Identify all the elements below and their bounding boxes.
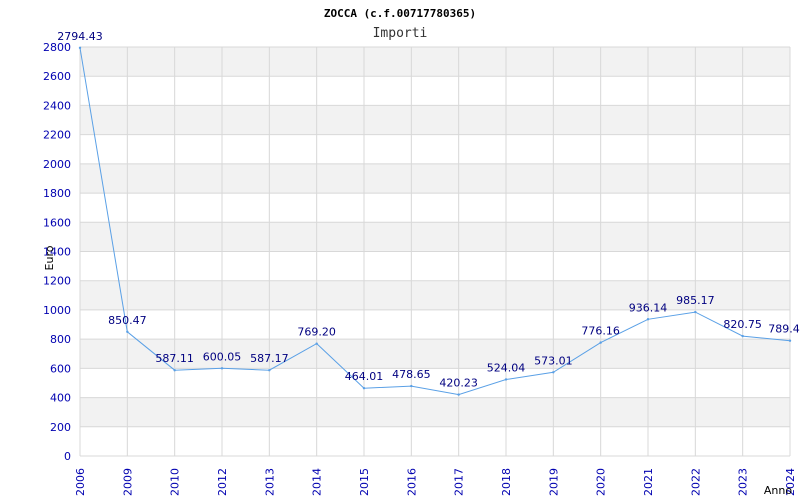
x-tick-label: 2010 bbox=[169, 468, 182, 496]
data-label: 850.47 bbox=[108, 314, 147, 327]
y-tick-label: 0 bbox=[64, 450, 71, 463]
chart-subtitle: Importi bbox=[373, 26, 428, 41]
data-label: 936.14 bbox=[629, 301, 668, 314]
x-tick-label: 2009 bbox=[121, 468, 134, 496]
grid-band bbox=[80, 397, 790, 427]
data-label: 2794.43 bbox=[57, 30, 103, 43]
x-tick-label: 2016 bbox=[405, 468, 418, 496]
grid-band bbox=[80, 47, 790, 77]
data-point bbox=[694, 310, 697, 314]
x-tick-label: 2006 bbox=[74, 468, 87, 496]
data-point bbox=[741, 334, 744, 338]
data-label: 464.01 bbox=[345, 370, 384, 383]
data-point bbox=[78, 46, 82, 50]
data-point bbox=[362, 387, 366, 390]
data-label: 600.05 bbox=[203, 350, 242, 363]
data-point bbox=[268, 369, 271, 372]
data-label: 776.16 bbox=[581, 325, 620, 338]
data-point bbox=[315, 342, 318, 345]
data-point bbox=[126, 330, 129, 333]
data-label: 420.23 bbox=[439, 377, 478, 390]
grid-band bbox=[80, 222, 790, 252]
y-tick-label: 2400 bbox=[43, 99, 71, 112]
data-label: 769.20 bbox=[297, 326, 336, 339]
data-point bbox=[552, 371, 555, 374]
y-tick-label: 800 bbox=[50, 333, 71, 346]
y-tick-label: 2000 bbox=[43, 158, 71, 171]
y-tick-label: 1000 bbox=[43, 304, 71, 317]
chart: ZOCCA (c.f.00717780365) Importi 0 200 400 6… bbox=[43, 7, 800, 497]
data-label: 587.17 bbox=[250, 352, 289, 365]
grid-band bbox=[80, 105, 790, 135]
y-tick-label: 400 bbox=[50, 392, 71, 405]
y-tick-label: 600 bbox=[50, 362, 71, 375]
data-label: 573.01 bbox=[534, 354, 573, 367]
grid-band bbox=[80, 163, 790, 194]
data-label: 985.17 bbox=[676, 294, 715, 307]
data-point bbox=[410, 384, 413, 388]
y-tick-label: 2800 bbox=[43, 41, 71, 54]
y-tick-label: 1200 bbox=[43, 275, 71, 288]
y-tick-label: 2600 bbox=[43, 70, 71, 83]
data-labels: 2794.43 850.47 587.11 600.05 587.17 769.20 464… bbox=[57, 30, 800, 390]
x-tick-label: 2013 bbox=[263, 468, 276, 496]
x-axis-ticks: 2006 2009 2010 2012 2013 2014 2015 2016 2017 2018… bbox=[74, 468, 797, 496]
data-point bbox=[599, 341, 602, 344]
data-label: 587.11 bbox=[155, 352, 194, 365]
x-tick-label: 2017 bbox=[453, 468, 466, 496]
x-tick-label: 2018 bbox=[500, 468, 513, 496]
x-tick-label: 2022 bbox=[689, 468, 702, 496]
x-axis-label: Anno bbox=[764, 484, 792, 497]
data-label: 524.04 bbox=[487, 361, 526, 374]
x-tick-label: 2015 bbox=[358, 468, 371, 496]
x-tick-label: 2012 bbox=[216, 468, 229, 496]
y-axis-label: Euro bbox=[43, 245, 56, 270]
chart-title: ZOCCA (c.f.00717780365) bbox=[324, 7, 476, 20]
data-point bbox=[173, 369, 176, 372]
data-point bbox=[788, 339, 792, 342]
y-tick-label: 200 bbox=[50, 421, 71, 434]
data-point bbox=[457, 393, 460, 396]
data-point bbox=[504, 378, 508, 381]
x-tick-label: 2014 bbox=[311, 468, 324, 496]
data-label: 820.75 bbox=[723, 318, 762, 331]
y-tick-label: 1800 bbox=[43, 187, 71, 200]
data-label: 478.65 bbox=[392, 368, 431, 381]
x-tick-label: 2019 bbox=[547, 468, 560, 496]
y-tick-label: 1600 bbox=[43, 216, 71, 229]
data-point bbox=[646, 318, 650, 321]
y-tick-label: 2200 bbox=[43, 129, 71, 142]
data-point bbox=[220, 367, 224, 370]
x-tick-label: 2020 bbox=[595, 468, 608, 496]
data-label: 789.4 bbox=[768, 323, 800, 336]
x-tick-label: 2023 bbox=[737, 468, 750, 496]
x-tick-label: 2021 bbox=[642, 468, 655, 496]
